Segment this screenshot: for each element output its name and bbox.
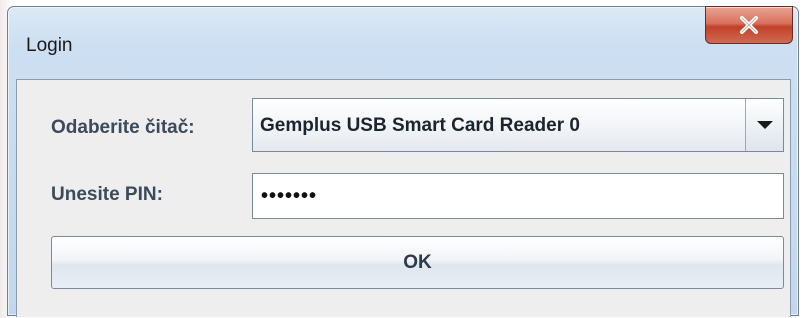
reader-selected-value: Gemplus USB Smart Card Reader 0 xyxy=(260,115,580,136)
login-dialog: Login Odaberite čitač: Gemplus USB Smart… xyxy=(7,6,799,317)
chevron-down-icon xyxy=(756,121,773,129)
close-button[interactable] xyxy=(705,6,793,44)
dialog-content: Odaberite čitač: Gemplus USB Smart Card … xyxy=(16,79,791,317)
reader-select[interactable]: Gemplus USB Smart Card Reader 0 xyxy=(252,98,784,152)
window-title: Login xyxy=(26,35,73,56)
title-bar[interactable]: Login xyxy=(8,6,798,79)
reader-dropdown-button[interactable] xyxy=(745,99,783,151)
pin-label: Unesite PIN: xyxy=(51,184,163,205)
close-x-icon xyxy=(740,16,758,34)
ok-button[interactable]: OK xyxy=(51,236,784,289)
reader-label: Odaberite čitač: xyxy=(51,117,195,138)
pin-field[interactable]: ••••••• xyxy=(252,173,784,219)
